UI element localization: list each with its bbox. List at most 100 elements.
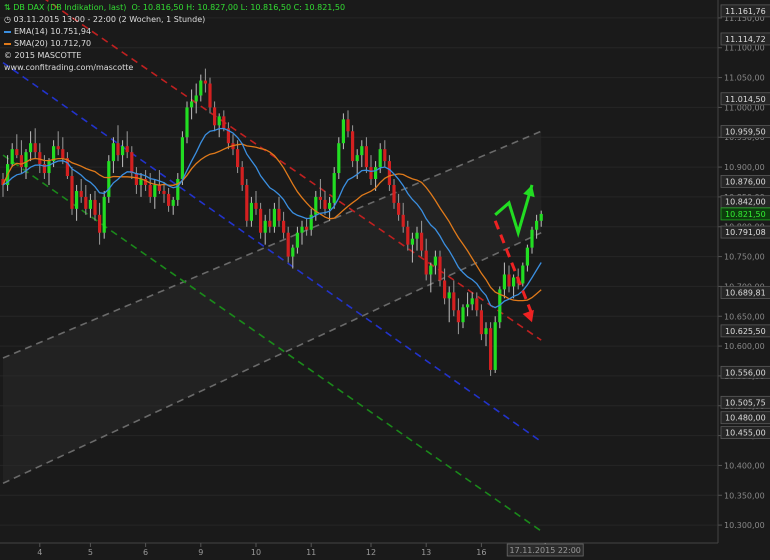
candle-down (162, 190, 166, 194)
candle-down (397, 202, 401, 215)
price-label: 10.556,00 (725, 368, 766, 377)
candle-down (507, 274, 511, 287)
sma-swatch (4, 42, 11, 45)
candle-down (268, 220, 272, 227)
candle-up (461, 307, 465, 323)
y-tick-label: 11.050,00 (724, 74, 765, 83)
candle-up (502, 274, 506, 290)
crosshair-date-label: 17.11.2015 22:00 (509, 546, 580, 555)
price-label: 10.480,00 (725, 414, 766, 423)
candle-up (291, 247, 295, 257)
x-tick-label: 10 (251, 548, 261, 557)
candle-up (493, 322, 497, 370)
clock-icon: ◷ (4, 15, 11, 24)
candle-down (33, 143, 37, 153)
candle-up (111, 143, 115, 162)
x-tick-label: 16 (476, 548, 486, 557)
y-tick-label: 10.900,00 (724, 163, 765, 172)
candle-up (199, 80, 203, 96)
candle-up (466, 304, 470, 308)
candle-down (213, 107, 217, 126)
candle-up (535, 220, 539, 230)
price-label: 10.791,08 (725, 228, 766, 237)
candle-down (383, 149, 387, 162)
instrument-icon: ⇅ (4, 3, 11, 12)
price-label: 10.689,81 (725, 288, 766, 297)
candle-down (323, 199, 327, 209)
candle-up (121, 146, 125, 156)
candle-down (387, 161, 391, 185)
candle-up (433, 256, 437, 266)
candle-down (318, 196, 322, 200)
header-instrument: ⇅ DB DAX (DB Indikation, last) O: 10.816… (4, 2, 345, 14)
price-label: 10.625,50 (725, 327, 766, 336)
x-tick-label: 5 (88, 548, 93, 557)
y-tick-label: 10.750,00 (724, 253, 765, 262)
candle-up (171, 199, 175, 206)
price-label: 11.114,72 (725, 35, 766, 44)
candle-down (15, 149, 19, 156)
candle-down (406, 226, 410, 245)
range-text: 03.11.2015 13:00 - 22:00 (2 Wochen, 1 St… (13, 15, 206, 24)
price-label: 10.959,50 (725, 128, 766, 137)
candle-up (521, 265, 525, 284)
candle-up (337, 143, 341, 174)
candle-down (236, 149, 240, 168)
price-label: 10.821,50 (725, 210, 766, 219)
price-chart[interactable]: 11.150,0011.100,0011.050,0011.000,0010.9… (0, 0, 770, 560)
candle-up (107, 161, 111, 197)
candle-up (272, 208, 276, 227)
candle-up (374, 167, 378, 180)
price-label: 11.014,50 (725, 95, 766, 104)
candle-up (415, 232, 419, 239)
candle-up (194, 95, 198, 102)
candle-up (153, 184, 157, 197)
candle-down (277, 208, 281, 221)
candle-up (525, 247, 529, 266)
candle-down (56, 146, 60, 150)
candle-down (61, 149, 65, 159)
x-tick-label: 9 (198, 548, 203, 557)
candle-down (167, 193, 171, 206)
candle-up (328, 202, 332, 209)
x-tick-label: 11 (306, 548, 316, 557)
candle-up (263, 220, 267, 233)
candle-up (341, 119, 345, 144)
candle-down (134, 173, 138, 185)
candle-down (98, 214, 102, 233)
header-range: ◷ 03.11.2015 13:00 - 22:00 (2 Wochen, 1 … (4, 14, 205, 26)
candle-up (410, 238, 414, 245)
candle-down (130, 152, 134, 174)
candle-down (93, 199, 97, 215)
candle-down (116, 143, 120, 156)
x-tick-label: 6 (143, 548, 148, 557)
candle-up (88, 199, 92, 209)
candle-up (190, 101, 194, 108)
candle-down (369, 167, 373, 180)
candle-down (456, 310, 460, 323)
instrument-name: DB DAX (DB Indikation, last) (13, 3, 127, 12)
candle-down (438, 256, 442, 281)
price-label: 11.161,76 (725, 7, 766, 16)
y-tick-label: 10.650,00 (724, 312, 765, 321)
copyright: © 2015 MASCOTTE (4, 51, 82, 60)
candle-down (479, 310, 483, 335)
candle-up (29, 143, 33, 153)
y-tick-label: 10.600,00 (724, 342, 765, 351)
candle-up (530, 229, 534, 248)
candle-up (102, 196, 106, 233)
candle-up (300, 226, 304, 233)
sma-legend: SMA(20) 10.712,70 (4, 38, 91, 50)
y-tick-label: 10.350,00 (724, 491, 765, 500)
candle-down (489, 328, 493, 370)
candle-down (392, 184, 396, 203)
candle-down (38, 152, 42, 165)
candle-up (295, 232, 299, 248)
candle-up (378, 149, 382, 168)
candle-down (19, 155, 23, 168)
candle-down (259, 208, 263, 233)
price-label: 10.455,00 (725, 429, 766, 438)
x-tick-label: 4 (37, 548, 42, 557)
candle-down (203, 80, 207, 84)
candle-up (139, 179, 143, 185)
